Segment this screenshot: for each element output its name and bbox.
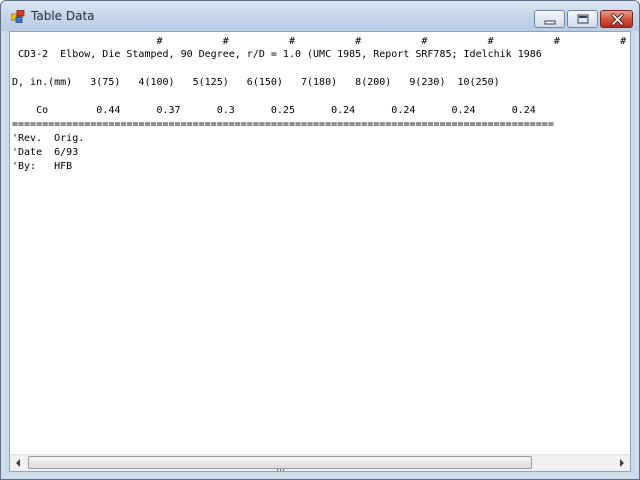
close-button[interactable] <box>600 10 633 28</box>
close-icon <box>611 13 624 26</box>
title-bar[interactable]: Table Data <box>1 1 639 31</box>
text-content: # # # # # # # # CD3-2 Elbow, Die Stamped… <box>10 32 630 454</box>
minimize-button[interactable] <box>534 10 565 28</box>
header-marks-line: # # # # # # # # <box>12 36 627 47</box>
maximize-icon <box>577 14 589 24</box>
scroll-grip <box>277 460 285 471</box>
revision-line: 'Rev. Orig. <box>12 133 85 144</box>
horizontal-scrollbar[interactable] <box>10 454 630 471</box>
scroll-thumb[interactable] <box>28 456 532 471</box>
table-text-view[interactable]: # # # # # # # # CD3-2 Elbow, Die Stamped… <box>9 31 631 472</box>
fitting-description-line: CD3-2 Elbow, Die Stamped, 90 Degree, r/D… <box>12 49 542 60</box>
table-data-window: Table Data # # # # # # # # CD3-2 Elbow, … <box>0 0 640 480</box>
scroll-right-button[interactable] <box>613 455 630 471</box>
coefficient-row: Co 0.44 0.37 0.3 0.25 0.24 0.24 0.24 0.2… <box>12 105 536 116</box>
author-line: 'By: HFB <box>12 161 73 172</box>
maximize-button[interactable] <box>567 10 598 28</box>
arrow-right-icon <box>620 459 624 467</box>
date-line: 'Date 6/93 <box>12 147 79 158</box>
arrow-left-icon <box>16 459 20 467</box>
minimize-icon <box>544 20 556 25</box>
scroll-left-button[interactable] <box>10 455 27 471</box>
separator-line: ========================================… <box>12 119 554 130</box>
diameter-row: D, in.(mm) 3(75) 4(100) 5(125) 6(150) 7(… <box>12 77 500 88</box>
table-icon <box>11 10 25 23</box>
window-title: Table Data <box>31 9 95 23</box>
